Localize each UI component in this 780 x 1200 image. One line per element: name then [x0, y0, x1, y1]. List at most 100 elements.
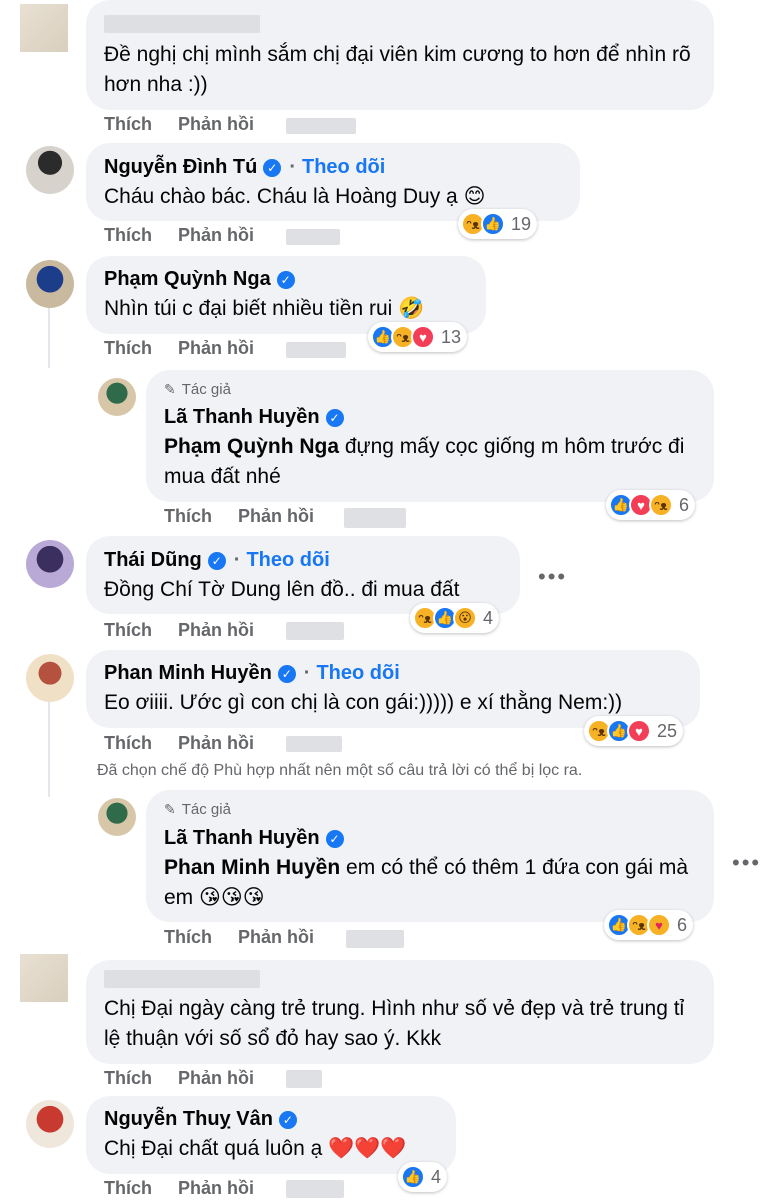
follow-label[interactable]: Theo dõi — [316, 662, 399, 684]
thread-line — [48, 308, 50, 368]
comment-actions: Thích Phản hồi — [104, 620, 280, 641]
reaction-summary[interactable]: ᵔᴥ 👍 😮 4 — [410, 603, 500, 633]
pen-icon: ✎ — [164, 801, 176, 817]
like-link[interactable]: Thích — [164, 927, 212, 947]
comment-text: Nhìn túi c đại biết nhiều tiền rui 🤣 — [104, 297, 425, 320]
follow-label[interactable]: Theo dõi — [246, 549, 329, 571]
commenter-name[interactable]: Phan Minh Huyền ✓ · Theo dõi — [104, 662, 400, 685]
comment-actions: Thích Phản hồi — [104, 225, 280, 246]
more-options-icon[interactable]: ••• — [732, 850, 761, 876]
avatar[interactable] — [98, 798, 136, 836]
avatar[interactable] — [26, 260, 74, 308]
commenter-name[interactable]: Thái Dũng ✓ · Theo dõi — [104, 549, 330, 572]
blurred-timestamp — [286, 342, 346, 358]
reaction-summary[interactable]: 👍 ♥ ᵔᴥ 6 — [606, 490, 696, 520]
follow-button[interactable]: · Theo dõi — [234, 549, 330, 572]
reaction-count: 25 — [657, 720, 678, 741]
blurred-timestamp — [344, 508, 406, 528]
comment-text: Phan Minh Huyền em có thể có thêm 1 đứa … — [164, 853, 694, 913]
reaction-summary[interactable]: ᵔᴥ 👍 19 — [458, 209, 538, 239]
blurred-timestamp — [286, 229, 340, 245]
reply-link[interactable]: Phản hồi — [178, 114, 254, 134]
pen-icon: ✎ — [164, 381, 176, 397]
like-link[interactable]: Thích — [104, 225, 152, 245]
blurred-timestamp — [286, 1070, 322, 1088]
reply-link[interactable]: Phản hồi — [178, 225, 254, 245]
reply-link[interactable]: Phản hồi — [178, 620, 254, 640]
commenter-name-text[interactable]: Phạm Quỳnh Nga — [104, 268, 271, 291]
reply-link[interactable]: Phản hồi — [178, 1178, 254, 1198]
comment-actions: Thích Phản hồi — [164, 506, 340, 527]
comment-text: Đề nghị chị mình sắm chị đại viên kim cư… — [104, 43, 691, 96]
follow-button[interactable]: · Theo dõi — [289, 156, 385, 179]
reaction-count: 19 — [511, 213, 532, 234]
reply-link[interactable]: Phản hồi — [178, 338, 254, 358]
author-tag: ✎ Tác giả — [164, 801, 231, 818]
mention-link[interactable]: Phan Minh Huyền — [164, 856, 340, 879]
reply-link[interactable]: Phản hồi — [238, 927, 314, 947]
verified-badge-icon: ✓ — [325, 829, 344, 848]
comment-text: Cháu chào bác. Cháu là Hoàng Duy ạ 😊 — [104, 185, 486, 208]
blurred-timestamp — [286, 736, 342, 752]
commenter-name[interactable]: Nguyễn Thuỵ Vân ✓ — [104, 1108, 297, 1131]
verified-badge-icon: ✓ — [277, 664, 296, 683]
avatar[interactable] — [26, 540, 74, 588]
comment-actions: Thích Phản hồi — [104, 114, 280, 135]
avatar[interactable] — [98, 378, 136, 416]
avatar[interactable] — [20, 954, 68, 1002]
blurred-timestamp — [286, 118, 356, 134]
like-link[interactable]: Thích — [104, 620, 152, 640]
verified-badge-icon: ✓ — [278, 1110, 297, 1129]
verified-badge-icon: ✓ — [207, 551, 226, 570]
reply-link[interactable]: Phản hồi — [178, 733, 254, 753]
mention-link[interactable]: Phạm Quỳnh Nga — [164, 435, 339, 458]
like-link[interactable]: Thích — [164, 506, 212, 526]
commenter-name-text[interactable]: Nguyễn Thuỵ Vân — [104, 1108, 273, 1131]
avatar[interactable] — [20, 4, 68, 52]
like-link[interactable]: Thích — [104, 114, 152, 134]
commenter-name-text[interactable]: Lã Thanh Huyền — [164, 827, 320, 850]
commenter-name[interactable]: Lã Thanh Huyền ✓ — [164, 406, 344, 429]
verified-badge-icon: ✓ — [325, 408, 344, 427]
commenter-name-text[interactable]: Nguyễn Đình Tú — [104, 156, 257, 179]
blurred-timestamp — [286, 622, 344, 640]
reply-link[interactable]: Phản hồi — [238, 506, 314, 526]
author-tag: ✎ Tác giả — [164, 381, 231, 398]
like-reaction-icon: 👍 — [481, 212, 505, 236]
comment-text: Đồng Chí Tờ Dung lên đồ.. đi mua đất — [104, 578, 460, 601]
like-link[interactable]: Thích — [104, 1068, 152, 1088]
like-link[interactable]: Thích — [104, 733, 152, 753]
reaction-summary[interactable]: 👍 4 — [398, 1162, 448, 1192]
commenter-name-text[interactable]: Lã Thanh Huyền — [164, 406, 320, 429]
more-options-icon[interactable]: ••• — [538, 564, 567, 590]
commenter-name[interactable]: Lã Thanh Huyền ✓ — [164, 827, 344, 850]
care-reaction-icon: ♥ — [647, 913, 671, 937]
reaction-summary[interactable]: ᵔᴥ 👍 ♥ 25 — [584, 716, 684, 746]
avatar[interactable] — [26, 146, 74, 194]
follow-label[interactable]: Theo dõi — [302, 156, 385, 178]
reaction-summary[interactable]: 👍 ᵔᴥ ♥ 13 — [368, 322, 468, 352]
author-tag-label: Tác giả — [181, 801, 231, 818]
blurred-commenter-name — [104, 970, 260, 988]
thread-line — [48, 702, 50, 797]
verified-badge-icon: ✓ — [263, 158, 282, 177]
comment-actions: Thích Phản hồi — [104, 1178, 280, 1199]
commenter-name[interactable]: Phạm Quỳnh Nga ✓ — [104, 268, 295, 291]
haha-reaction-icon: ᵔᴥ — [649, 493, 673, 517]
comment-actions: Thích Phản hồi — [164, 927, 340, 948]
follow-button[interactable]: · Theo dõi — [304, 662, 400, 685]
reply-link[interactable]: Phản hồi — [178, 1068, 254, 1088]
commenter-name-text[interactable]: Thái Dũng — [104, 549, 202, 572]
like-link[interactable]: Thích — [104, 1178, 152, 1198]
like-link[interactable]: Thích — [104, 338, 152, 358]
commenter-name[interactable]: Nguyễn Đình Tú ✓ · Theo dõi — [104, 156, 385, 179]
reaction-count: 4 — [431, 1166, 442, 1187]
avatar[interactable] — [26, 1100, 74, 1148]
avatar[interactable] — [26, 654, 74, 702]
comment-text: Chị Đại chất quá luôn ạ ❤️❤️❤️ — [104, 1137, 407, 1160]
reaction-summary[interactable]: 👍 ᵔᴥ ♥ 6 — [604, 910, 694, 940]
blurred-timestamp — [286, 1180, 344, 1198]
blurred-commenter-name — [104, 15, 260, 33]
commenter-name-text[interactable]: Phan Minh Huyền — [104, 662, 272, 685]
comment-actions: Thích Phản hồi — [104, 338, 280, 359]
